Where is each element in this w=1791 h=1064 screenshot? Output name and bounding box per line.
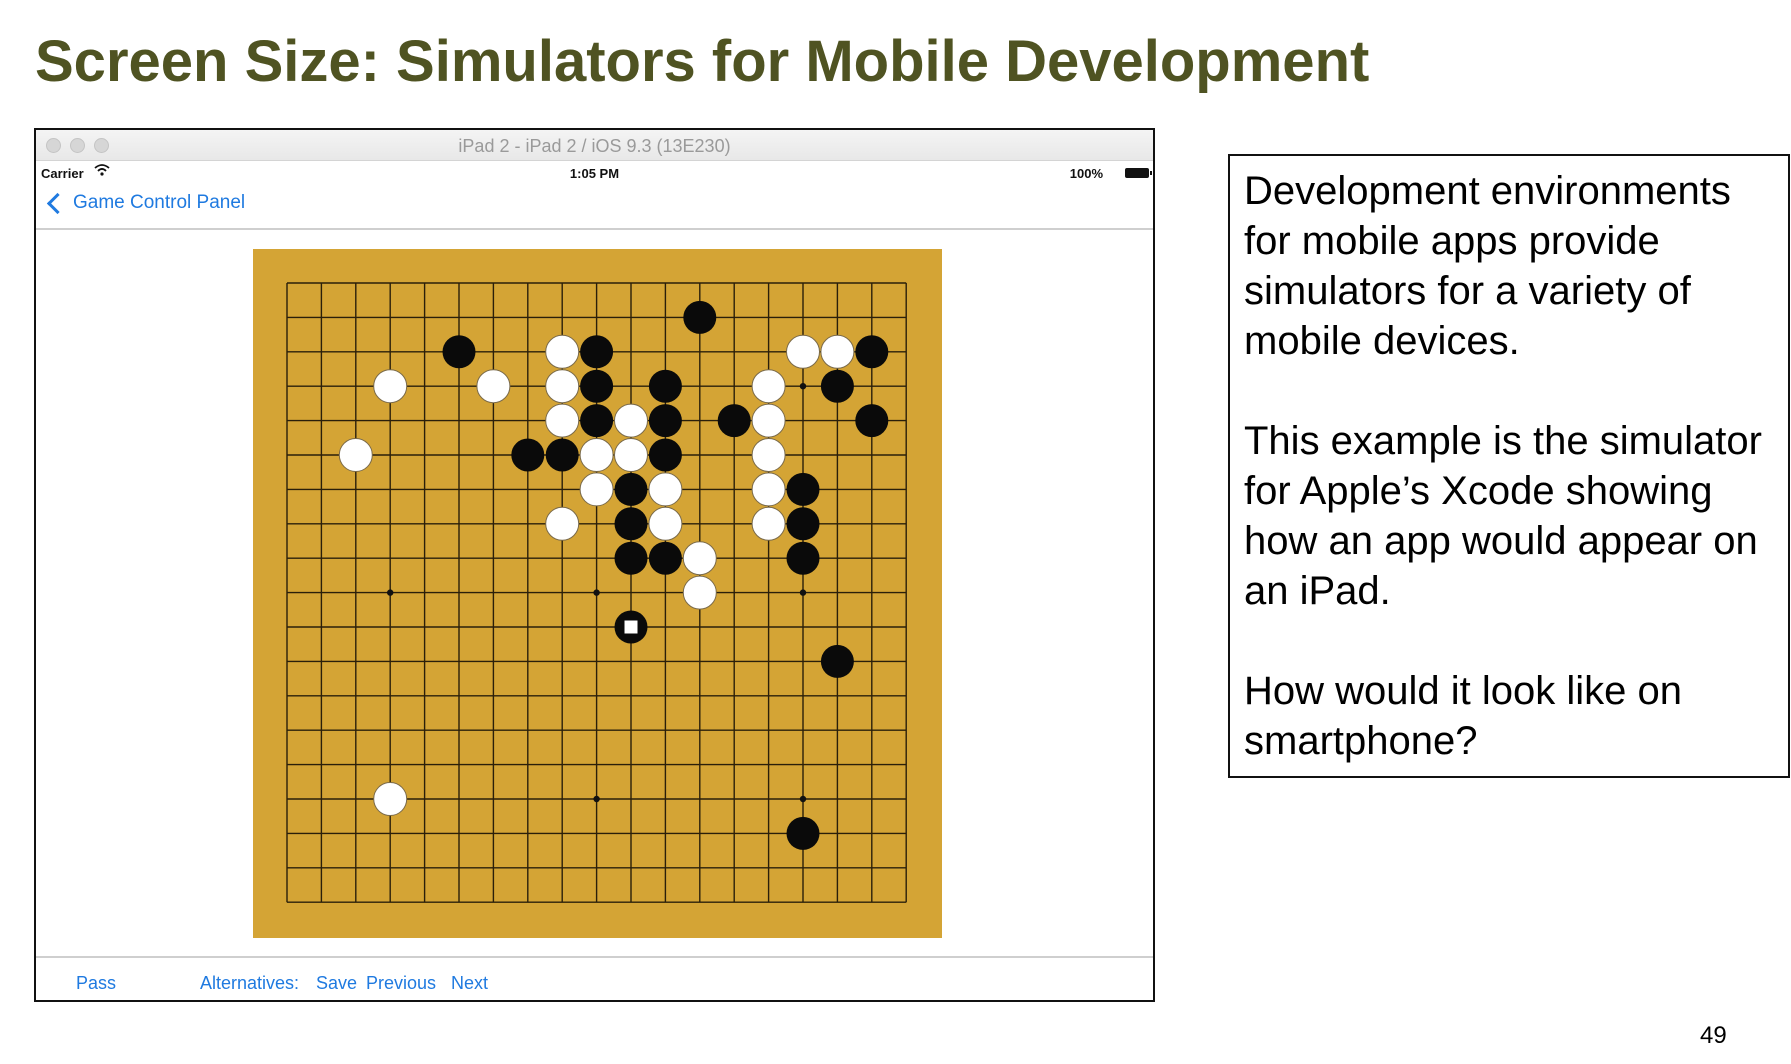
black-stone — [820, 369, 854, 403]
black-stone — [855, 335, 889, 369]
black-stone — [786, 816, 820, 850]
white-stone — [373, 782, 408, 816]
star-point — [799, 589, 807, 596]
white-stone — [751, 506, 786, 541]
save-button[interactable]: Save — [316, 973, 357, 994]
star-point — [799, 383, 807, 390]
white-stone — [614, 403, 648, 438]
go-board-grid[interactable] — [253, 249, 942, 938]
black-stone — [648, 404, 682, 438]
black-stone — [511, 438, 545, 472]
chevron-left-icon — [46, 192, 69, 214]
black-stone — [648, 438, 682, 472]
white-stone — [648, 506, 683, 541]
pass-button[interactable]: Pass — [76, 973, 116, 994]
black-stone — [717, 404, 751, 438]
white-stone — [682, 541, 717, 576]
white-stone — [545, 506, 580, 541]
white-stone — [545, 403, 580, 438]
black-stone — [442, 335, 476, 369]
description-paragraph-3: How would it look like on smartphone? — [1244, 669, 1682, 763]
black-stone — [580, 404, 614, 438]
black-stone — [648, 541, 682, 575]
white-stone — [545, 334, 580, 369]
white-stone — [648, 472, 683, 507]
white-stone — [820, 334, 855, 369]
white-stone — [545, 369, 580, 404]
black-stone — [786, 541, 820, 575]
star-point — [799, 795, 807, 803]
page-number: 49 — [1700, 1022, 1727, 1049]
black-stone — [855, 404, 889, 438]
black-stone — [580, 369, 614, 403]
slide-title: Screen Size: Simulators for Mobile Devel… — [35, 29, 1370, 94]
last-move-marker — [624, 620, 638, 634]
previous-button[interactable]: Previous — [366, 973, 436, 994]
white-stone — [476, 369, 511, 404]
window-title: iPad 2 - iPad 2 / iOS 9.3 (13E230) — [458, 136, 731, 156]
star-point — [593, 795, 600, 803]
black-stone — [614, 507, 648, 541]
black-stone — [683, 300, 717, 334]
black-stone — [786, 472, 820, 506]
white-stone — [682, 575, 717, 610]
white-stone — [338, 438, 373, 472]
white-stone — [751, 403, 786, 438]
next-button[interactable]: Next — [451, 973, 488, 994]
white-stone — [579, 472, 614, 507]
white-stone — [614, 438, 648, 472]
bottom-toolbar: Pass Alternatives: Save Previous Next — [36, 956, 1153, 1000]
go-board[interactable] — [253, 249, 942, 938]
black-stone — [580, 335, 614, 369]
window-titlebar: iPad 2 - iPad 2 / iOS 9.3 (13E230) — [36, 130, 1153, 161]
simulator-window: iPad 2 - iPad 2 / iOS 9.3 (13E230) Carri… — [34, 128, 1155, 1002]
navigation-bar: Game Control Panel — [36, 184, 1153, 230]
description-textbox: Development environments for mobile apps… — [1228, 154, 1790, 778]
star-point — [387, 589, 394, 596]
ios-status-bar: Carrier 1:05 PM 100% — [36, 162, 1153, 184]
description-paragraph-1: Development environments for mobile apps… — [1244, 169, 1731, 363]
black-stone — [614, 472, 648, 506]
black-stone — [614, 541, 648, 575]
white-stone — [751, 369, 786, 404]
white-stone — [786, 334, 820, 369]
description-paragraph-2: This example is the simulator for Apple’… — [1244, 419, 1762, 613]
white-stone — [373, 369, 408, 404]
alternatives-label: Alternatives: — [200, 973, 300, 993]
white-stone — [751, 438, 786, 472]
black-stone — [648, 369, 682, 403]
black-stone — [786, 507, 820, 541]
white-stone — [751, 472, 786, 507]
battery-percent: 100% — [1069, 166, 1103, 181]
status-time: 1:05 PM — [569, 166, 620, 181]
star-point — [593, 589, 600, 596]
black-stone — [820, 644, 854, 678]
back-button[interactable]: Game Control Panel — [46, 192, 245, 214]
black-stone — [545, 438, 579, 472]
battery-icon — [1125, 168, 1152, 178]
white-stone — [579, 438, 614, 472]
back-button-label: Game Control Panel — [73, 192, 246, 213]
